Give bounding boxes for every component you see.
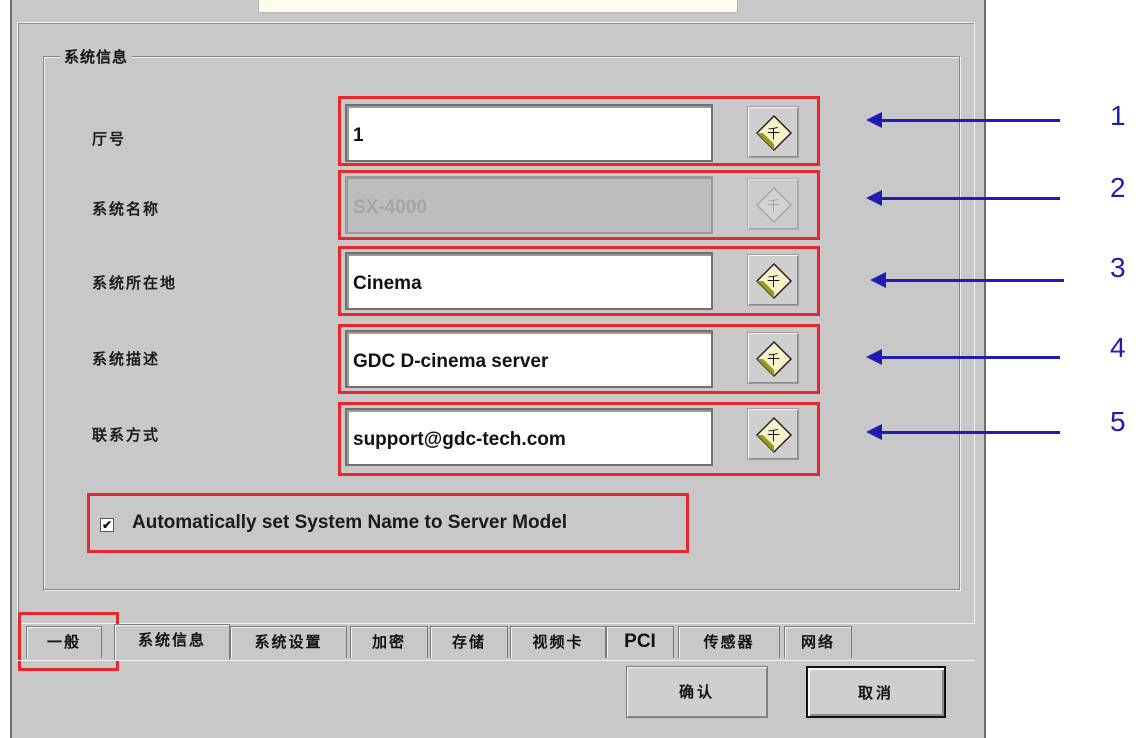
auto-name-checkbox-label[interactable]: Automatically set System Name to Server … [132, 512, 567, 534]
system-location-input[interactable]: Cinema [345, 252, 713, 310]
callout-arrow-3 [870, 272, 1064, 288]
keyboard-icon: 千 [755, 114, 793, 152]
tab-general[interactable]: 一般 [26, 626, 102, 658]
svg-text:千: 千 [767, 353, 780, 368]
tab-video-card[interactable]: 视频卡 [510, 626, 606, 658]
callout-number-3: 3 [1110, 252, 1126, 283]
contact-input[interactable]: support@gdc-tech.com [345, 408, 713, 466]
callout-number-5: 5 [1110, 406, 1126, 437]
tab-system-info[interactable]: 系统信息 [114, 624, 230, 660]
system-description-keyboard-button[interactable]: 千 [747, 332, 799, 384]
hall-number-keyboard-button[interactable]: 千 [747, 106, 799, 158]
group-title: 系统信息 [60, 46, 133, 67]
cancel-button[interactable]: 取消 [806, 666, 946, 718]
field-label-hall-number: 厅号 [92, 130, 127, 148]
keyboard-icon: 千 [755, 340, 793, 378]
auto-name-checkbox[interactable]: ✔ [100, 518, 114, 532]
top-strip [258, 0, 738, 13]
system-name-keyboard-button[interactable]: 千 [747, 178, 799, 230]
tab-encryption[interactable]: 加密 [350, 626, 428, 658]
field-label-contact: 联系方式 [92, 426, 161, 444]
keyboard-icon: 千 [755, 186, 793, 224]
confirm-button[interactable]: 确认 [626, 666, 768, 718]
tab-bar-divider [17, 660, 975, 661]
svg-text:千: 千 [767, 199, 780, 214]
callout-arrow-4 [866, 349, 1060, 365]
svg-text:千: 千 [767, 429, 780, 444]
tab-system-settings[interactable]: 系统设置 [230, 626, 347, 658]
contact-keyboard-button[interactable]: 千 [747, 408, 799, 460]
callout-arrow-1 [866, 112, 1060, 128]
callout-arrow-2 [866, 190, 1060, 206]
tab-storage[interactable]: 存储 [430, 626, 508, 658]
tab-network[interactable]: 网络 [784, 626, 852, 658]
tab-sensors[interactable]: 传感器 [678, 626, 780, 658]
callout-number-2: 2 [1110, 172, 1126, 203]
hall-number-input[interactable]: 1 [345, 104, 713, 162]
keyboard-icon: 千 [755, 262, 793, 300]
field-label-system-name: 系统名称 [92, 200, 161, 218]
callout-number-1: 1 [1110, 100, 1126, 131]
field-label-system-location: 系统所在地 [92, 274, 178, 292]
svg-text:千: 千 [767, 127, 780, 142]
system-location-keyboard-button[interactable]: 千 [747, 254, 799, 306]
system-description-input[interactable]: GDC D-cinema server [345, 330, 713, 388]
keyboard-icon: 千 [755, 416, 793, 454]
callout-number-4: 4 [1110, 332, 1126, 363]
callout-arrow-5 [866, 424, 1060, 440]
tab-pci[interactable]: PCI [606, 626, 674, 658]
svg-text:千: 千 [767, 275, 780, 290]
field-label-system-description: 系统描述 [92, 350, 161, 368]
system-name-input[interactable]: SX-4000 [345, 176, 713, 234]
